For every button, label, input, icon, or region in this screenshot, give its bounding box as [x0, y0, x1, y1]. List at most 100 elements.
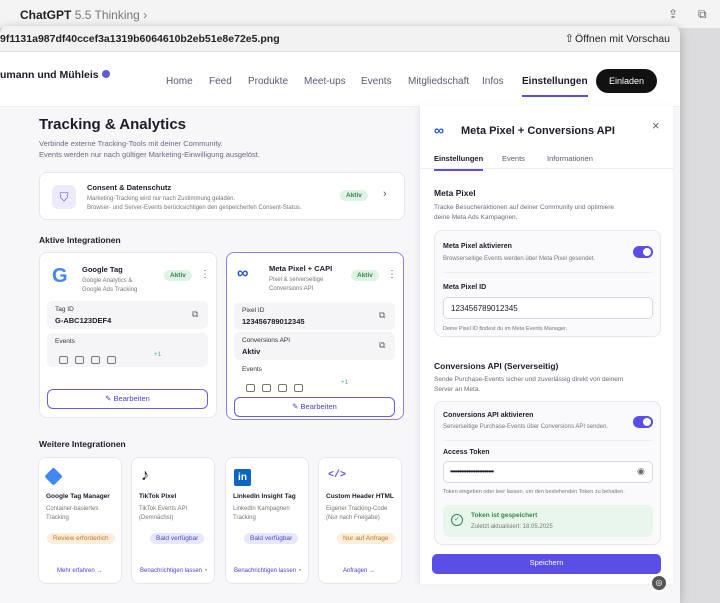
nav-meetups[interactable]: Meet-ups: [304, 76, 346, 87]
events-label: Events: [242, 366, 262, 373]
verified-icon: [101, 70, 110, 78]
nav-events[interactable]: Events: [361, 76, 392, 87]
divider: [443, 440, 653, 441]
pixel-id-box: Pixel ID 123456789012345 ⧉: [234, 302, 395, 330]
status-badge: Nur auf Anfrage: [337, 533, 395, 544]
save-button[interactable]: Speichern: [432, 554, 661, 574]
token-input[interactable]: •••••••••••••••••••••••• ◉: [443, 461, 653, 483]
model-name: 5.5 Thinking: [74, 8, 140, 22]
consent-title: Consent & Datenschutz: [87, 183, 172, 192]
chevron-right-icon: ›: [143, 8, 148, 22]
app-name: ChatGPT: [20, 8, 72, 22]
status-badge: Aktiv: [351, 270, 379, 281]
pixel-id-label: Pixel ID: [242, 307, 265, 314]
tag-id-box: Tag ID G-ABC123DEF4 ⧉: [47, 301, 208, 329]
status-badge: Bald verfügbar: [244, 533, 299, 544]
status-badge: Bald verfügbar: [150, 533, 205, 544]
model-selector[interactable]: ChatGPT 5.5 Thinking ›: [20, 8, 147, 22]
tab-divider: [420, 168, 674, 169]
nav-infos[interactable]: Infos: [482, 76, 504, 87]
pixel-id-input[interactable]: 123456789012345: [443, 297, 653, 319]
capi-toggle-label: Conversions API aktivieren: [443, 412, 534, 419]
nav-einstellungen[interactable]: Einstellungen: [522, 76, 588, 97]
pixel-toggle[interactable]: [633, 246, 653, 258]
token-hint: Token eingeben oder leer lassen, um den …: [443, 489, 625, 495]
pixel-toggle-sub: Browserseitige Events werden über Meta P…: [443, 256, 596, 262]
close-icon[interactable]: ×: [652, 118, 660, 133]
nav-mitgliedschaft[interactable]: Mitgliedschaft: [408, 76, 469, 87]
tag-id-value: G-ABC123DEF4: [55, 316, 112, 325]
more-events-count: +1: [341, 379, 349, 386]
status-badge: Review erforderlich: [47, 533, 115, 544]
events-box: Events +1: [234, 363, 395, 393]
more-options-icon[interactable]: ⋮: [200, 269, 210, 280]
integration-desc: Eigener Tracking-Code (Nur nach Freigabe): [326, 506, 388, 521]
integration-name: Google Tag Manager: [46, 493, 110, 500]
brand[interactable]: umann und Mühleis: [0, 69, 110, 81]
copy-icon[interactable]: ⧉: [379, 340, 385, 351]
consent-card[interactable]: ⛉ Consent & Datenschutz Marketing-Tracki…: [39, 172, 405, 220]
page-subtitle: Verbinde externe Tracking-Tools mit dein…: [39, 139, 260, 159]
saved-title: Token ist gespeichert: [471, 512, 538, 519]
check-icon: ✓: [451, 514, 463, 526]
meta-pixel-card: ∞ Meta Pixel + CAPI Pixel & serverseitig…: [226, 252, 404, 420]
new-window-icon[interactable]: ⧉: [698, 7, 707, 22]
learn-more-link[interactable]: Mehr erfahren →: [57, 568, 102, 574]
integration-card-gtm: Google Tag Manager Container-basiertes Tr…: [38, 457, 122, 584]
capi-toggle[interactable]: [633, 416, 653, 428]
nav-produkte[interactable]: Produkte: [248, 76, 288, 87]
help-icon[interactable]: ◎: [652, 576, 666, 590]
gtm-icon: [44, 467, 63, 486]
nav-home[interactable]: Home: [166, 76, 193, 87]
integration-desc: Pixel & serverseitige Conversions API: [269, 277, 324, 292]
pixel-id-value: 123456789012345: [451, 304, 518, 313]
capi-settings-card: Conversions API aktivieren Serverseitige…: [434, 401, 661, 545]
nav-feed[interactable]: Feed: [209, 76, 232, 87]
notify-link[interactable]: Benachrichtigen lassen ◔: [234, 568, 301, 574]
meta-icon: ∞: [237, 265, 249, 282]
integration-name: Google Tag: [82, 265, 123, 274]
open-with-button[interactable]: Öffnen mit Vorschau: [575, 33, 670, 45]
notify-link[interactable]: Benachrichtigen lassen ◔: [140, 568, 207, 574]
pixel-id-label: Meta Pixel ID: [443, 284, 487, 291]
share-icon[interactable]: ⇪: [668, 7, 678, 21]
integration-desc: Google Analytics & Google Ads Tracking: [82, 278, 138, 293]
events-box: Events +1: [47, 333, 208, 367]
edit-button[interactable]: ✎ Bearbeiten: [47, 389, 208, 409]
integration-card-tiktok: ♪ TikTok Pixel TikTok Events API (Demnäch…: [131, 457, 215, 584]
google-icon: G: [52, 265, 68, 287]
request-link[interactable]: Anfragen →: [343, 568, 375, 574]
integration-desc: TikTok Events API (Demnächst): [139, 506, 188, 521]
drawer-title: Meta Pixel + Conversions API: [461, 125, 615, 137]
chevron-right-icon[interactable]: ›: [383, 188, 387, 200]
card-icon: [107, 356, 116, 364]
meta-settings-drawer: ∞ Meta Pixel + Conversions API × Einstel…: [419, 106, 674, 584]
more-events-count: +1: [154, 351, 162, 358]
brand-name: umann und Mühleis: [0, 69, 99, 81]
more-options-icon[interactable]: ⋮: [387, 269, 397, 280]
share-icon[interactable]: ⇧: [565, 32, 574, 45]
tag-id-label: Tag ID: [55, 306, 74, 313]
invite-button[interactable]: Einladen: [596, 69, 657, 93]
tab-informationen[interactable]: Informationen: [547, 154, 593, 163]
integration-name: Meta Pixel + CAPI: [269, 264, 333, 273]
token-saved-box: ✓ Token ist gespeichert Zuletzt aktualis…: [443, 505, 653, 537]
view-icon: [246, 384, 255, 392]
event-icons: [246, 379, 310, 397]
capi-label: Conversions API: [242, 337, 291, 344]
tab-events[interactable]: Events: [502, 154, 525, 163]
integration-name: LinkedIn Insight Tag: [233, 493, 296, 500]
preview-titlebar: 9f1131a987df40ccef3a1319b6064610b2eb51e8…: [0, 26, 680, 52]
events-label: Events: [55, 338, 75, 345]
edit-button[interactable]: ✎ Bearbeiten: [234, 397, 395, 417]
chatgpt-top-bar: ChatGPT 5.5 Thinking › ⇪ ⧉: [0, 0, 720, 28]
view-icon: [59, 356, 68, 364]
capi-box: Conversions API Aktiv ⧉: [234, 332, 395, 360]
pixel-desc: Tracke Besucheraktionen auf deiner Commu…: [434, 204, 615, 221]
page-title: Tracking & Analytics: [39, 116, 186, 133]
eye-icon[interactable]: ◉: [637, 466, 645, 477]
copy-icon[interactable]: ⧉: [192, 309, 198, 320]
google-tag-card: G Google Tag Google Analytics & Google Ad…: [39, 252, 217, 418]
integration-desc: Container-basiertes Tracking: [46, 506, 99, 521]
copy-icon[interactable]: ⧉: [379, 310, 385, 321]
